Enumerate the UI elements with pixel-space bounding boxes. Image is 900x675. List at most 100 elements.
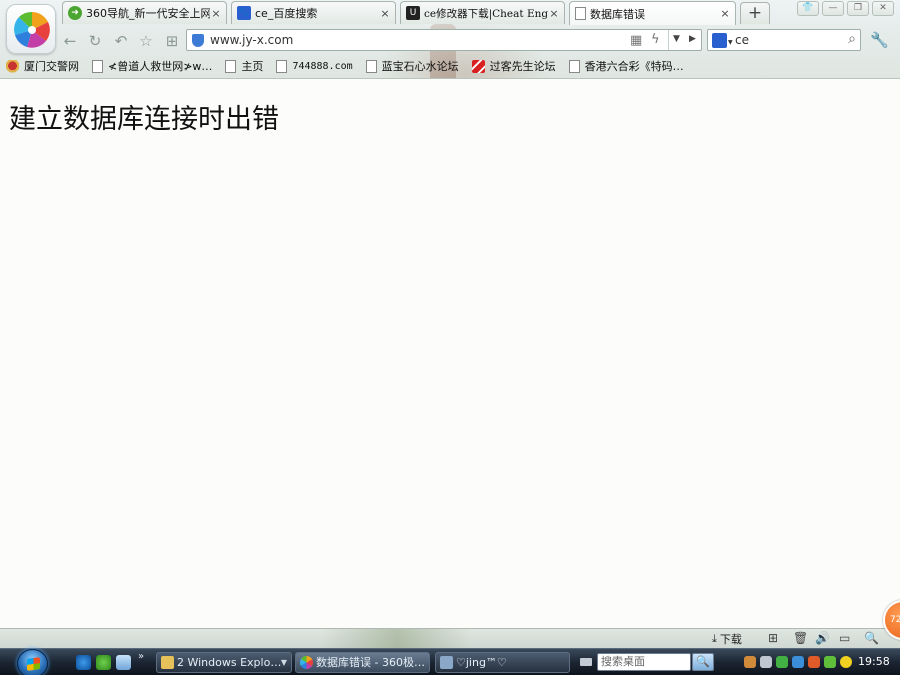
quicklaunch-overflow-icon[interactable]: » <box>138 651 144 662</box>
360-browser-icon <box>300 656 313 669</box>
baidu-paw-icon: 🐾 <box>237 6 251 20</box>
back-icon[interactable]: ← <box>60 31 80 51</box>
bookmark-zengdaoren[interactable]: ≮曾道人救世网≯w… <box>92 57 212 75</box>
tab-label: ce修改器下载|Cheat Engir <box>424 7 548 20</box>
bookmark-744888[interactable]: 744888.com <box>276 57 353 75</box>
history-dropdown-icon[interactable]: ▼ <box>673 34 680 44</box>
apps-grid-icon[interactable]: ⊞ <box>162 31 182 51</box>
tab-close-icon[interactable]: × <box>210 7 222 20</box>
bookmark-guoke-forum[interactable]: 过客先生论坛 <box>471 57 556 75</box>
tab-close-icon[interactable]: × <box>379 7 391 20</box>
add-icon[interactable]: ⊞ <box>768 631 778 645</box>
close-window-button[interactable]: ✕ <box>872 1 894 16</box>
tray-shield-icon[interactable] <box>776 656 788 668</box>
baidu-engine-icon[interactable] <box>712 33 727 48</box>
minimize-button[interactable]: — <box>822 1 844 16</box>
search-box[interactable]: ▼ ce ⌕ <box>707 29 861 51</box>
tab-label: 360导航_新一代安全上网导 <box>86 7 210 20</box>
desktop-search-button[interactable]: 🔍 <box>692 653 714 671</box>
security-shield-icon <box>192 34 204 47</box>
window-icon[interactable]: ▭ <box>839 631 850 645</box>
tray-360-icon[interactable] <box>808 656 820 668</box>
tab-strip: ➜ 360导航_新一代安全上网导 × 🐾 ce_百度搜索 × U ce修改器下载… <box>62 0 782 25</box>
taskbar-button-label: 数据库错误 - 360极… <box>316 656 425 669</box>
browser-logo-icon <box>14 11 50 48</box>
360-browser-icon[interactable] <box>96 655 111 670</box>
bookmark-label: ≮曾道人救世网≯w… <box>108 60 213 73</box>
tab-close-icon[interactable]: × <box>548 7 560 20</box>
tab-ce-baidu-search[interactable]: 🐾 ce_百度搜索 × <box>231 1 396 24</box>
download-icon: ⤓ <box>712 632 717 645</box>
refresh-icon[interactable]: ↻ <box>85 31 105 51</box>
tray-users-icon[interactable] <box>744 656 756 668</box>
police-badge-icon <box>6 59 19 73</box>
bookmarks-bar: 厦门交警网 ≮曾道人救世网≯w… 主页 744888.com 蓝宝石心水论坛 过… <box>6 57 697 75</box>
360-favicon-icon: ➜ <box>68 6 82 20</box>
tab-360-navigation[interactable]: ➜ 360导航_新一代安全上网导 × <box>62 1 227 24</box>
taskbar-windows-explorer[interactable]: 2 Windows Explo… ▼ <box>156 652 292 673</box>
page-icon <box>276 59 288 73</box>
windows-logo-icon <box>27 657 40 671</box>
taskbar-browser-window[interactable]: 数据库错误 - 360极… <box>295 652 430 673</box>
trash-icon[interactable]: 🗑 <box>793 631 808 645</box>
address-url[interactable]: www.jy-x.com <box>210 33 293 47</box>
show-desktop-icon[interactable] <box>116 655 131 670</box>
address-divider <box>668 30 669 50</box>
favorite-star-icon[interactable]: ☆ <box>136 31 156 51</box>
search-input[interactable]: ce <box>735 33 749 47</box>
page-icon <box>568 59 580 73</box>
tab-close-icon[interactable]: × <box>719 7 731 20</box>
address-bar[interactable]: www.jy-x.com ▦ ϟ ▼ ▶ <box>186 29 702 51</box>
bookmark-label: 蓝宝石心水论坛 <box>381 60 459 73</box>
tray-network-icon[interactable] <box>792 656 804 668</box>
download-label: 下载 <box>719 633 742 646</box>
folder-icon <box>161 656 174 669</box>
bookmark-home[interactable]: 主页 <box>225 57 263 75</box>
page-icon <box>365 59 377 73</box>
tray-plus-icon[interactable] <box>840 656 852 668</box>
restore-button[interactable]: ❐ <box>847 1 869 16</box>
guoke-icon <box>471 59 485 73</box>
taskbar-button-label: ♡jing™♡ <box>456 656 507 669</box>
taskbar-jing-chat[interactable]: ♡jing™♡ <box>435 652 570 673</box>
browser-logo-button[interactable] <box>6 4 56 54</box>
download-button[interactable]: ⤓ 下载 <box>712 631 742 647</box>
tab-label: ce_百度搜索 <box>255 7 318 20</box>
taskbar-clock[interactable]: 19:58 <box>858 655 890 668</box>
bookmark-label: 主页 <box>241 60 264 73</box>
chat-avatar-icon <box>440 656 453 669</box>
undo-close-icon[interactable]: ↶ <box>111 31 131 51</box>
zoom-icon[interactable]: 🔍 <box>864 631 879 645</box>
taskbar: » 2 Windows Explo… ▼ 数据库错误 - 360极… ♡jing… <box>0 648 900 675</box>
tab-database-error[interactable]: 数据库错误 × <box>569 1 736 25</box>
skin-shirt-icon[interactable]: 👕 <box>797 1 819 16</box>
go-arrow-icon[interactable]: ▶ <box>689 34 696 44</box>
bookmark-hk-lottery[interactable]: 香港六合彩《特码… <box>568 57 684 75</box>
tab-cheat-engine-download[interactable]: U ce修改器下载|Cheat Engir × <box>400 1 565 24</box>
taskbar-button-label: 2 Windows Explo… <box>177 656 282 669</box>
page-content: 建立数据库连接时出错 <box>0 80 900 628</box>
lightning-icon[interactable]: ϟ <box>651 32 660 47</box>
search-icon[interactable]: ⌕ <box>848 31 856 47</box>
new-tab-button[interactable]: + <box>740 2 770 24</box>
decorative-status-tile <box>322 629 472 649</box>
qr-code-icon[interactable]: ▦ <box>630 33 642 48</box>
tools-wrench-icon[interactable]: 🔧 <box>870 31 889 49</box>
desktop-search-input[interactable]: 搜索桌面 <box>597 653 691 671</box>
group-arrow-icon: ▼ <box>280 658 287 667</box>
ie-icon[interactable] <box>76 655 91 670</box>
window-controls: 👕 — ❐ ✕ <box>797 1 894 16</box>
bookmark-xiamen-traffic-police[interactable]: 厦门交警网 <box>6 57 79 75</box>
bookmark-label: 744888.com <box>292 60 353 72</box>
page-icon <box>92 59 103 73</box>
keyboard-icon[interactable] <box>580 658 592 666</box>
browser-chrome: ➜ 360导航_新一代安全上网导 × 🐾 ce_百度搜索 × U ce修改器下载… <box>0 0 900 79</box>
tray-security-icon[interactable] <box>824 656 836 668</box>
tray-pen-icon[interactable] <box>760 656 772 668</box>
tab-label: 数据库错误 <box>590 7 645 21</box>
engine-dropdown-icon[interactable]: ▼ <box>728 39 733 46</box>
bookmark-sapphire-forum[interactable]: 蓝宝石心水论坛 <box>365 57 459 75</box>
volume-icon[interactable]: 🔊 <box>815 631 830 645</box>
start-button[interactable] <box>17 649 48 675</box>
error-heading: 建立数据库连接时出错 <box>9 104 279 135</box>
